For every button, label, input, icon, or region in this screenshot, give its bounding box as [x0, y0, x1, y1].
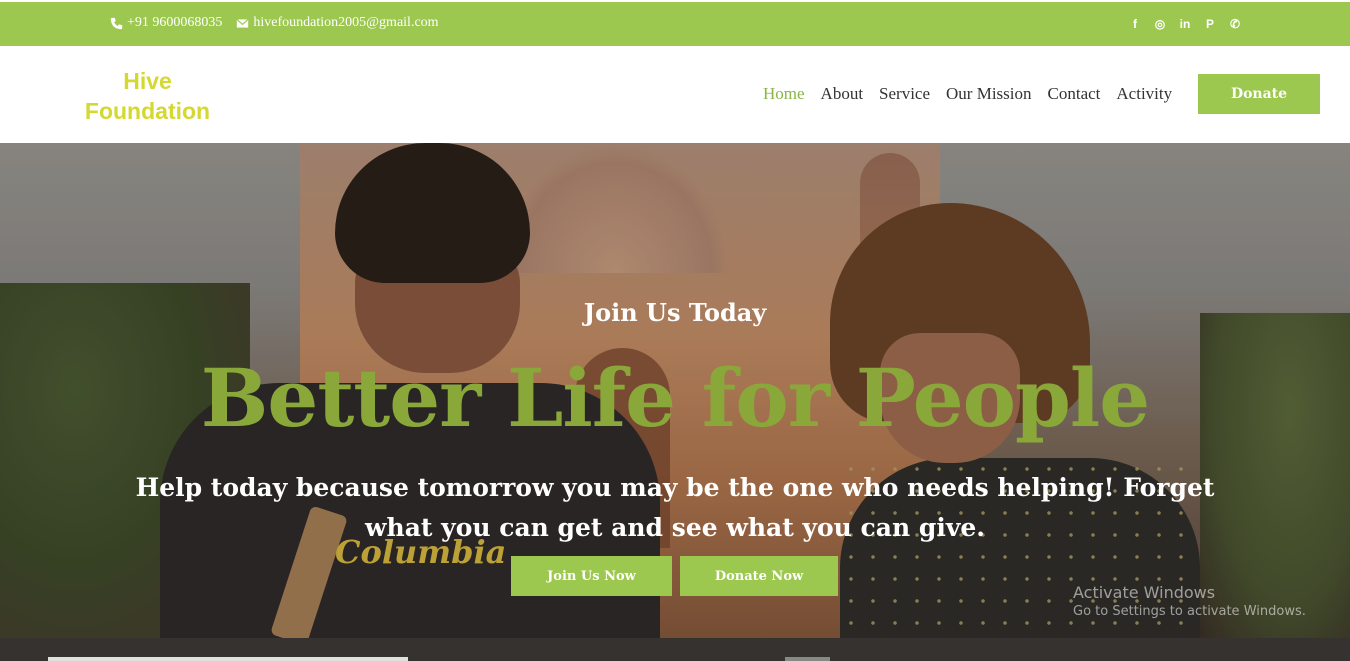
envelope-icon	[236, 18, 249, 28]
top-contact-bar: +91 9600068035 hivefoundation2005@gmail.…	[0, 2, 1350, 46]
site-logo[interactable]: Hive Foundation	[75, 66, 220, 126]
nav-our-mission[interactable]: Our Mission	[946, 84, 1031, 104]
scroll-indicator	[785, 657, 830, 661]
watermark-subtitle: Go to Settings to activate Windows.	[1073, 604, 1306, 619]
phone-number: +91 9600068035	[127, 15, 223, 30]
hero-tagline: Help today because tomorrow you may be t…	[135, 473, 1215, 542]
join-us-button[interactable]: Join Us Now	[511, 556, 672, 596]
hero-eyebrow: Join Us Today	[583, 298, 767, 327]
email-contact[interactable]: hivefoundation2005@gmail.com	[236, 15, 439, 31]
facebook-icon[interactable]: f	[1128, 17, 1142, 31]
main-nav: Home About Service Our Mission Contact A…	[763, 84, 1188, 104]
linkedin-icon[interactable]: in	[1178, 17, 1192, 31]
nav-about[interactable]: About	[821, 84, 864, 104]
activate-windows-watermark: Activate Windows Go to Settings to activ…	[1073, 583, 1306, 619]
phone-icon	[110, 17, 123, 29]
nav-contact[interactable]: Contact	[1048, 84, 1101, 104]
nav-activity[interactable]: Activity	[1116, 84, 1172, 104]
bottom-strip	[0, 638, 1350, 661]
nav-home[interactable]: Home	[763, 84, 805, 104]
site-header: Hive Foundation Home About Service Our M…	[0, 46, 1350, 143]
nav-service[interactable]: Service	[879, 84, 930, 104]
social-links: f ◎ in P ✆	[1128, 17, 1242, 31]
hero-headline: Better Life for People	[200, 351, 1150, 445]
watermark-title: Activate Windows	[1073, 583, 1216, 602]
email-address: hivefoundation2005@gmail.com	[253, 15, 439, 30]
hero-banner: Columbia Join Us Today Better Life for P…	[0, 143, 1350, 638]
donate-now-button[interactable]: Donate Now	[680, 556, 838, 596]
pinterest-icon[interactable]: P	[1203, 17, 1217, 31]
header-donate-button[interactable]: Donate	[1198, 74, 1320, 114]
logo-line-1: Hive	[123, 68, 172, 94]
horizontal-scrollbar[interactable]	[48, 657, 408, 661]
logo-line-2: Foundation	[84, 98, 211, 124]
whatsapp-icon[interactable]: ✆	[1228, 17, 1242, 31]
contact-info: +91 9600068035 hivefoundation2005@gmail.…	[110, 15, 453, 31]
phone-contact[interactable]: +91 9600068035	[110, 15, 222, 31]
instagram-icon[interactable]: ◎	[1153, 17, 1167, 31]
